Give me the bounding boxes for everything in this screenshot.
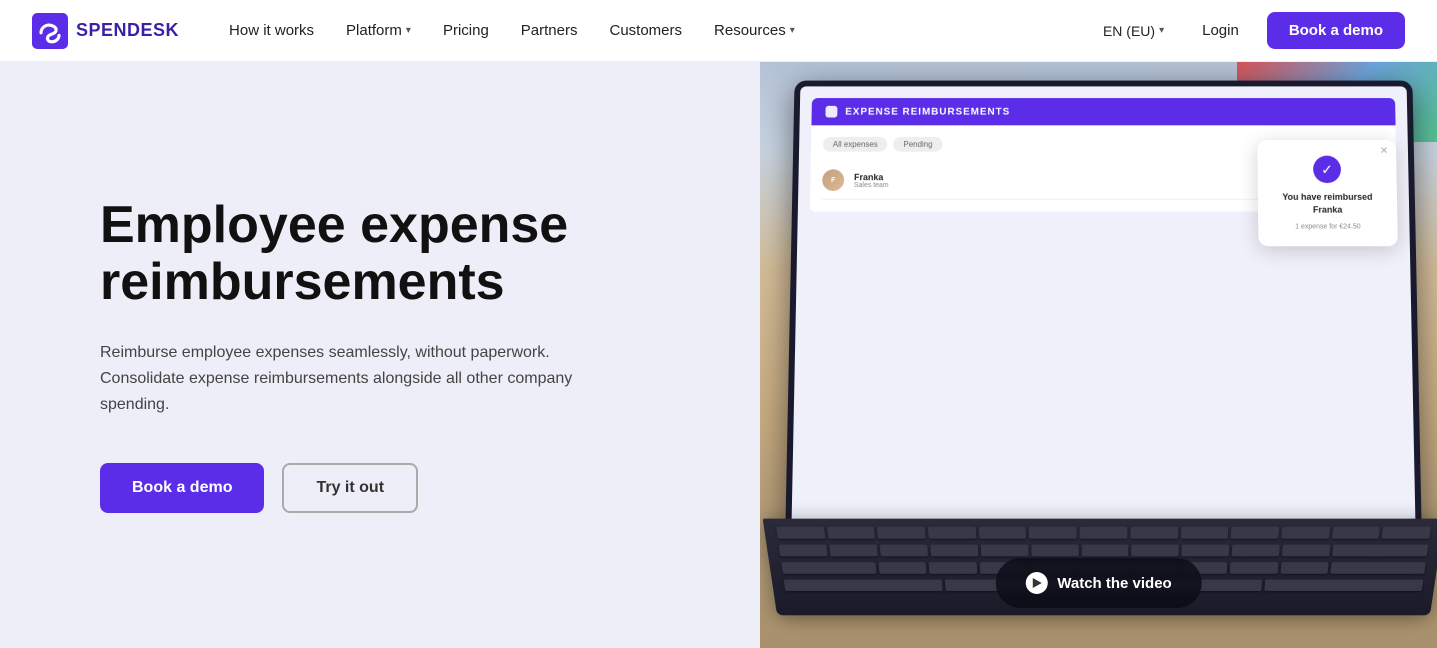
spendesk-logo-icon [32, 13, 68, 49]
key [877, 527, 925, 539]
try-it-out-button[interactable]: Try it out [282, 463, 418, 513]
key [776, 527, 825, 539]
hero-right: EXPENSE REIMBURSEMENTS All expenses Pend… [760, 62, 1437, 648]
key [1280, 562, 1328, 574]
key [1029, 527, 1077, 539]
key [1264, 580, 1423, 591]
key [930, 545, 978, 557]
key [829, 545, 878, 557]
key [1231, 527, 1279, 539]
key [1232, 545, 1280, 557]
book-demo-hero-button[interactable]: Book a demo [100, 463, 264, 513]
key [1282, 545, 1330, 557]
key [980, 545, 1028, 557]
key [1281, 527, 1329, 539]
user-info: Franka Sales team [854, 172, 889, 189]
platform-chevron-icon: ▾ [406, 25, 411, 36]
watch-video-button[interactable]: Watch the video [995, 558, 1201, 608]
key [929, 562, 977, 574]
key [1132, 545, 1180, 557]
screen-content: EXPENSE REIMBURSEMENTS All expenses Pend… [792, 86, 1416, 524]
nav-how-it-works[interactable]: How it works [215, 14, 328, 47]
hero-section: Employee expense reimbursements Reimburs… [0, 62, 1437, 648]
nav-resources[interactable]: Resources ▾ [700, 14, 809, 47]
key [1081, 545, 1128, 557]
key [1332, 545, 1428, 557]
popup-subtitle: 1 expense for €24.50 [1295, 224, 1361, 231]
key [1080, 527, 1128, 539]
filter-pending[interactable]: Pending [893, 137, 942, 152]
key [1230, 562, 1278, 574]
screen-header-title: EXPENSE REIMBURSEMENTS [845, 106, 1010, 117]
key [1332, 527, 1381, 539]
key [781, 562, 877, 574]
key [827, 527, 876, 539]
hero-heading: Employee expense reimbursements [100, 197, 620, 311]
nav-platform[interactable]: Platform ▾ [332, 14, 425, 47]
hero-buttons: Book a demo Try it out [100, 463, 680, 513]
key [1180, 527, 1228, 539]
resources-chevron-icon: ▾ [790, 25, 795, 36]
key [1130, 527, 1178, 539]
login-button[interactable]: Login [1190, 16, 1251, 45]
nav-right: EN (EU) ▾ Login Book a demo [1093, 12, 1405, 49]
lang-chevron-icon: ▾ [1159, 25, 1164, 36]
key [879, 562, 927, 574]
key [1031, 545, 1079, 557]
key [928, 527, 976, 539]
user-avatar: F [822, 169, 844, 191]
key [779, 545, 828, 557]
user-name: Franka [854, 172, 889, 182]
nav-links: How it works Platform ▾ Pricing Partners… [215, 14, 1093, 47]
screen-logo [825, 106, 837, 118]
language-selector[interactable]: EN (EU) ▾ [1093, 17, 1174, 45]
logo[interactable]: SPENDESK [32, 13, 179, 49]
key [880, 545, 928, 557]
key [784, 580, 943, 591]
user-team: Sales team [854, 182, 889, 189]
play-triangle-icon [1033, 578, 1042, 588]
hero-subtext: Reimburse employee expenses seamlessly, … [100, 340, 590, 419]
check-icon: ✓ [1313, 156, 1341, 183]
nav-partners[interactable]: Partners [507, 14, 592, 47]
key [1330, 562, 1426, 574]
hero-left: Employee expense reimbursements Reimburs… [0, 62, 760, 648]
navbar: SPENDESK How it works Platform ▾ Pricing… [0, 0, 1437, 62]
popup-close-icon[interactable]: ✕ [1380, 146, 1389, 157]
key [1182, 545, 1230, 557]
nav-customers[interactable]: Customers [596, 14, 697, 47]
filter-all[interactable]: All expenses [823, 137, 888, 152]
screen-header-bar: EXPENSE REIMBURSEMENTS [811, 98, 1395, 125]
book-demo-nav-button[interactable]: Book a demo [1267, 12, 1405, 49]
play-icon [1025, 572, 1047, 594]
key [978, 527, 1026, 539]
popup-title: You have reimbursed Franka [1272, 191, 1384, 216]
laptop-screen: EXPENSE REIMBURSEMENTS All expenses Pend… [785, 81, 1421, 531]
brand-name: SPENDESK [76, 20, 179, 41]
reimbursement-popup: ✕ ✓ You have reimbursed Franka 1 expense… [1257, 140, 1398, 246]
laptop-screen-inner: EXPENSE REIMBURSEMENTS All expenses Pend… [792, 86, 1416, 524]
key [1382, 527, 1431, 539]
nav-pricing[interactable]: Pricing [429, 14, 503, 47]
